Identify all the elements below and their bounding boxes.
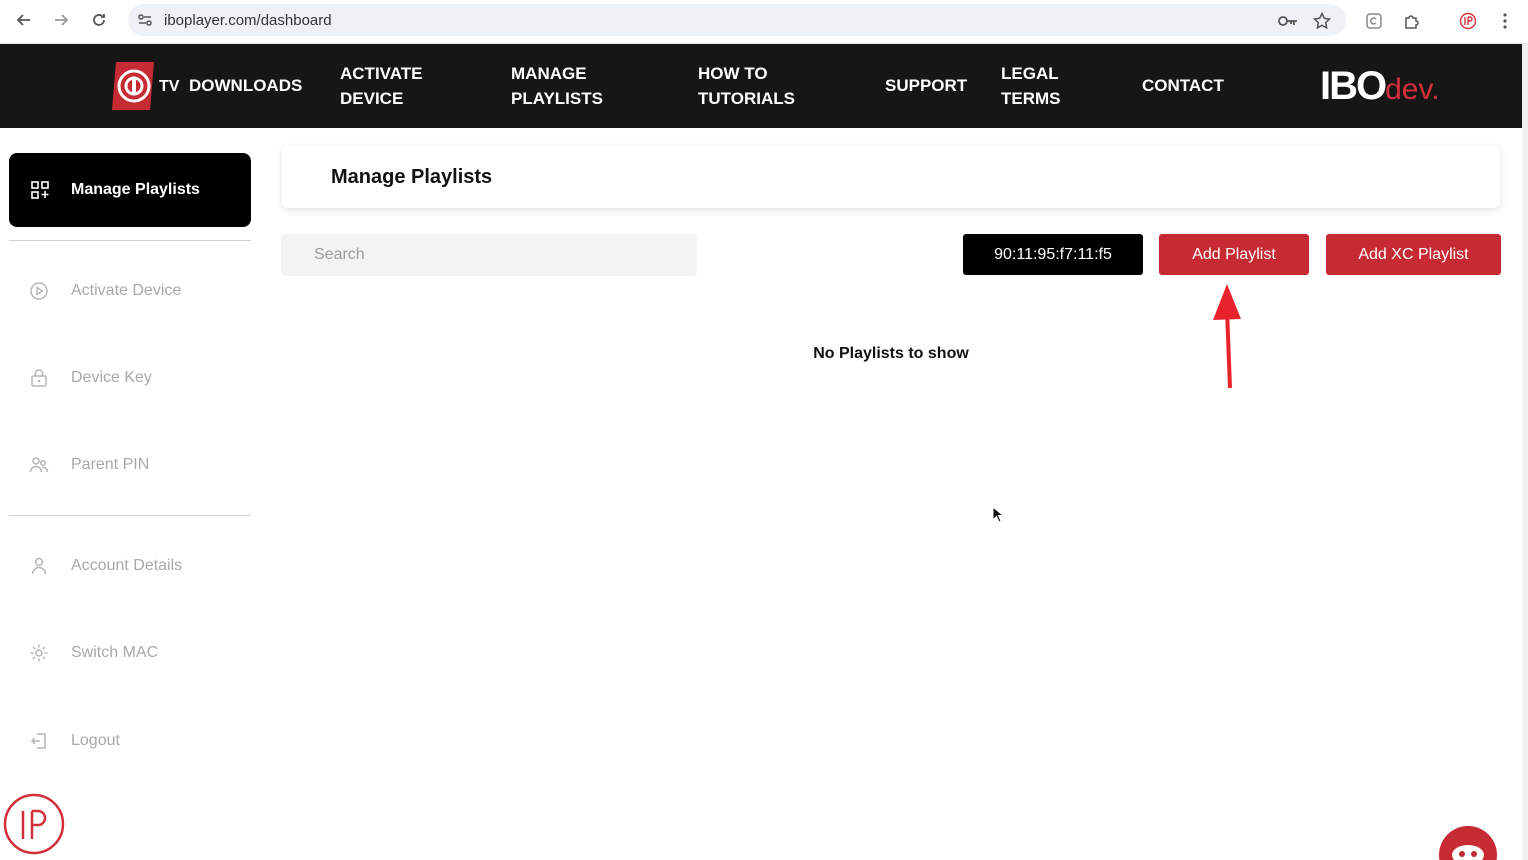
extension-icon[interactable] <box>1363 10 1385 32</box>
nav-line: TERMS <box>1001 89 1061 108</box>
ibo-dev-logo[interactable]: IBOdev. <box>1320 64 1440 109</box>
nav-line: ACTIVATE <box>340 64 423 83</box>
search-input[interactable] <box>281 234 697 276</box>
sidebar-item-manage-playlists[interactable]: Manage Playlists <box>9 153 251 227</box>
back-icon[interactable] <box>10 8 38 32</box>
chat-widget-button[interactable] <box>1439 826 1497 860</box>
user-icon <box>31 557 47 575</box>
empty-playlists-message: No Playlists to show <box>813 345 969 362</box>
sidebar-item-activate-device[interactable]: Activate Device <box>9 269 251 313</box>
nav-line: HOW TO <box>698 64 768 83</box>
sidebar-item-label: Account Details <box>71 557 183 574</box>
grid-icon <box>31 181 49 199</box>
sidebar-item-label: Parent PIN <box>71 456 150 473</box>
sidebar-item-label: Device Key <box>71 369 152 386</box>
ip-floating-logo[interactable] <box>3 793 65 855</box>
sidebar-item-device-key[interactable]: Device Key <box>9 356 251 400</box>
nav-how-to-tutorials[interactable]: HOW TO TUTORIALS <box>698 61 795 111</box>
nav-manage-playlists[interactable]: MANAGE PLAYLISTS <box>511 61 603 111</box>
brand-ibo: IBO <box>1320 64 1387 108</box>
nav-line: SUPPORT <box>885 76 968 95</box>
page-scrollbar[interactable] <box>1522 44 1528 860</box>
browser-menu-icon[interactable] <box>1494 10 1516 32</box>
mouse-cursor-icon <box>992 506 1004 523</box>
nav-line: CONTACT <box>1142 76 1224 95</box>
users-icon <box>29 457 49 473</box>
page-title: Manage Playlists <box>331 166 493 188</box>
nav-legal-terms[interactable]: LEGAL TERMS <box>1001 61 1061 111</box>
iboplayer-logo[interactable]: TV <box>110 58 184 114</box>
profile-ip-icon[interactable] <box>1457 10 1479 32</box>
bookmark-star-icon[interactable] <box>1312 11 1332 31</box>
nav-activate-device[interactable]: ACTIVATE DEVICE <box>340 61 422 111</box>
site-settings-icon[interactable] <box>136 11 154 29</box>
sidebar-item-label: Manage Playlists <box>71 181 200 198</box>
lock-icon <box>31 369 47 387</box>
sidebar-item-label: Logout <box>71 732 120 749</box>
sidebar-divider <box>9 240 251 241</box>
sidebar-item-parent-pin[interactable]: Parent PIN <box>9 443 251 487</box>
page-title-card: Manage Playlists <box>282 146 1500 208</box>
forward-icon[interactable] <box>47 8 75 32</box>
play-circle-icon <box>30 282 48 300</box>
nav-line: TUTORIALS <box>698 89 795 108</box>
logout-icon <box>30 733 46 749</box>
logo-tv-text: TV <box>159 78 180 95</box>
brand-dev: dev. <box>1385 73 1440 106</box>
sidebar-item-switch-mac[interactable]: Switch MAC <box>9 631 251 675</box>
nav-contact[interactable]: CONTACT <box>1142 73 1224 98</box>
reload-icon[interactable] <box>85 8 113 32</box>
sidebar-item-label: Activate Device <box>71 282 182 299</box>
nav-line: PLAYLISTS <box>511 89 603 108</box>
add-playlist-button[interactable]: Add Playlist <box>1159 234 1309 275</box>
url-text: iboplayer.com/dashboard <box>164 12 332 29</box>
site-header: TV DOWNLOADS ACTIVATE DEVICE MANAGE PLAY… <box>0 44 1522 128</box>
browser-toolbar: iboplayer.com/dashboard <box>0 0 1528 44</box>
add-xc-playlist-button[interactable]: Add XC Playlist <box>1326 234 1501 275</box>
sidebar-item-account-details[interactable]: Account Details <box>9 544 251 588</box>
mac-address-button[interactable]: 90:11:95:f7:11:f5 <box>963 234 1143 275</box>
address-bar[interactable]: iboplayer.com/dashboard <box>128 4 1346 36</box>
sidebar-item-logout[interactable]: Logout <box>9 719 251 763</box>
nav-line: MANAGE <box>511 64 587 83</box>
extensions-puzzle-icon[interactable] <box>1401 10 1423 32</box>
nav-downloads[interactable]: DOWNLOADS <box>189 76 302 96</box>
nav-line: LEGAL <box>1001 64 1059 83</box>
nav-support[interactable]: SUPPORT <box>885 73 967 98</box>
gear-icon <box>30 644 48 662</box>
password-key-icon[interactable] <box>1278 11 1298 31</box>
nav-line: DEVICE <box>340 89 404 108</box>
annotation-arrow-icon <box>1213 284 1241 389</box>
sidebar-divider <box>9 515 251 516</box>
sidebar-item-label: Switch MAC <box>71 644 159 661</box>
